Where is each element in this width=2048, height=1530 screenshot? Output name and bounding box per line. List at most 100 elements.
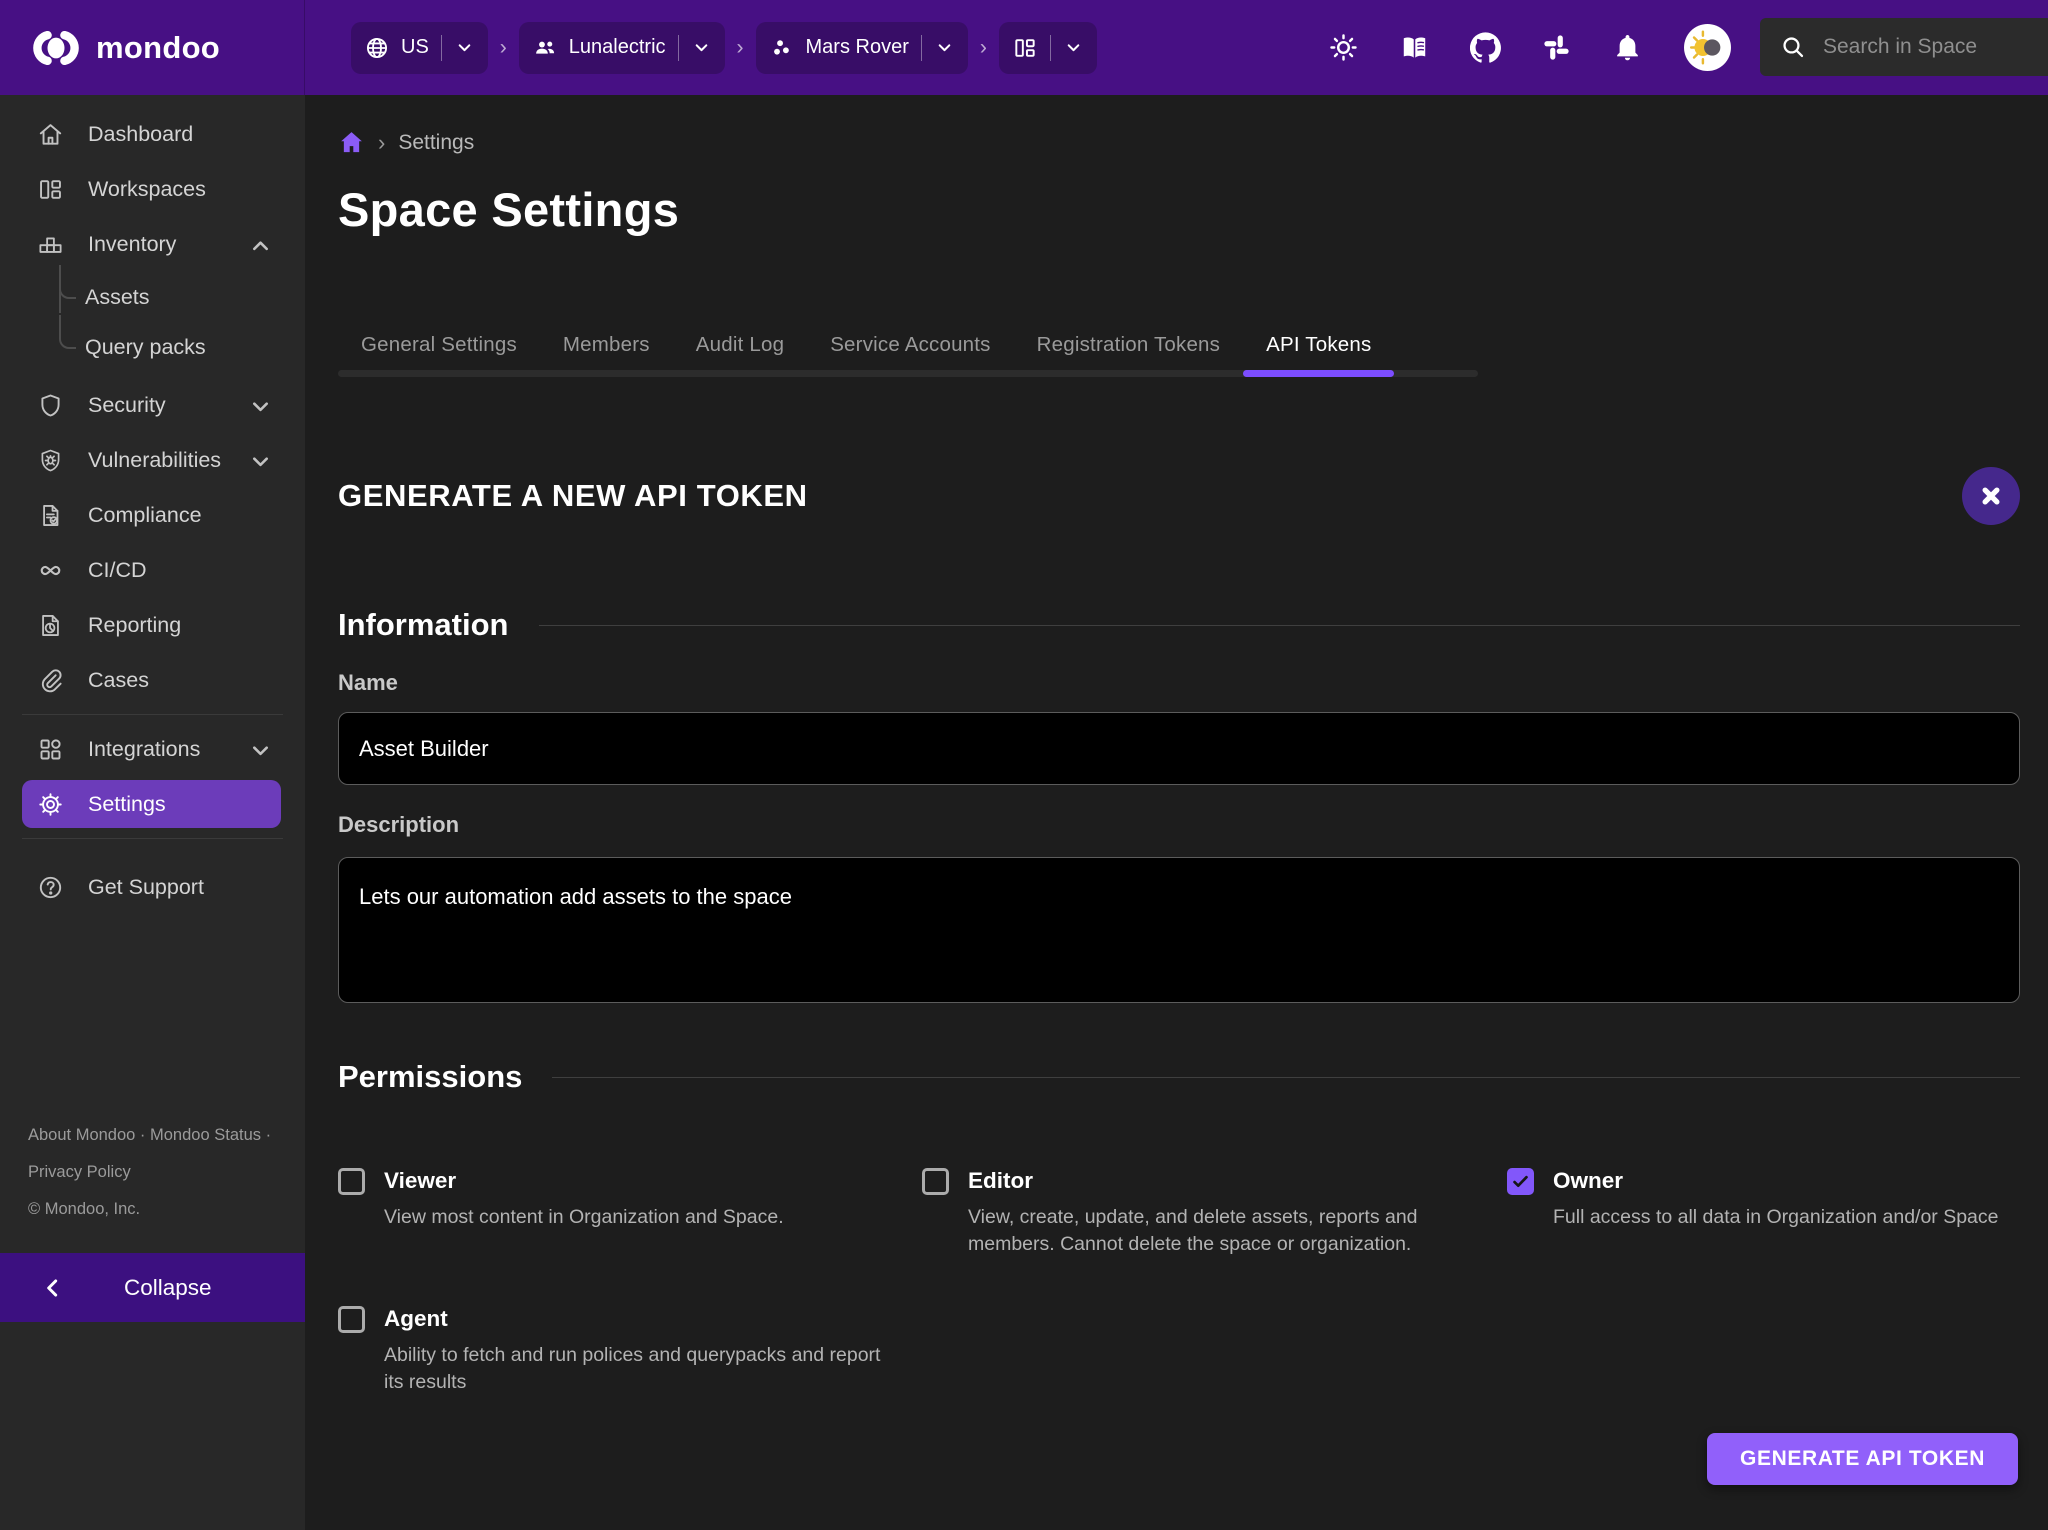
chip-divider	[920, 34, 922, 61]
chip-divider	[440, 34, 442, 61]
notifications-button[interactable]	[1612, 32, 1643, 63]
space-selector-label: Mars Rover	[805, 36, 909, 58]
breadcrumb-current: Settings	[398, 130, 475, 154]
docs-button[interactable]	[1399, 32, 1430, 63]
sidebar-item-query-packs[interactable]: Query packs	[22, 315, 281, 369]
slack-button[interactable]	[1541, 32, 1572, 63]
top-bar: mondoo US › Lunalectric › Mars Rover ›	[0, 0, 2048, 95]
permissions-section-header: Permissions	[338, 1059, 2020, 1095]
chevron-down-icon	[691, 37, 712, 58]
sidebar-item-compliance[interactable]: Compliance	[22, 491, 281, 539]
org-selector-label: Lunalectric	[568, 36, 666, 58]
sidebar-item-label: Dashboard	[88, 121, 194, 146]
help-icon	[37, 874, 64, 901]
sidebar: Dashboard Workspaces Inventory Assets Query …	[0, 95, 305, 1530]
space-selector[interactable]: Mars Rover	[755, 21, 968, 74]
mondoo-logo[interactable]: mondoo	[0, 0, 305, 95]
tab-api-tokens[interactable]: API Tokens	[1243, 333, 1395, 377]
sidebar-subitem-label: Assets	[85, 284, 150, 309]
workspace-selector[interactable]	[998, 21, 1097, 74]
permission-label: Owner	[1553, 1168, 1624, 1193]
user-avatar[interactable]	[1683, 23, 1732, 72]
shield-icon	[37, 392, 64, 419]
chevron-down-icon	[1063, 37, 1084, 58]
collapse-sidebar-button[interactable]: Collapse	[0, 1253, 305, 1322]
search-box	[1760, 18, 2048, 76]
sidebar-divider	[22, 838, 283, 839]
region-selector[interactable]: US	[351, 21, 488, 74]
sidebar-item-vulnerabilities[interactable]: Vulnerabilities	[22, 436, 281, 484]
viewer-checkbox[interactable]	[338, 1168, 365, 1195]
inventory-icon	[37, 231, 64, 258]
sidebar-item-integrations[interactable]: Integrations	[22, 725, 281, 773]
sidebar-item-label: Cases	[88, 667, 149, 692]
sidebar-divider	[22, 714, 283, 715]
chevron-up-icon	[247, 232, 271, 256]
sidebar-item-label: Security	[88, 392, 166, 417]
footer-links-line: About Mondoo · Mondoo Status ·	[28, 1126, 272, 1144]
chevron-down-icon	[247, 448, 271, 472]
globe-icon	[364, 35, 390, 61]
sidebar-item-workspaces[interactable]: Workspaces	[22, 165, 281, 213]
tab-service-accounts[interactable]: Service Accounts	[807, 333, 1013, 377]
permissions-grid: Viewer View most content in Organization …	[338, 1167, 2020, 1396]
tab-general-settings[interactable]: General Settings	[338, 333, 540, 377]
tab-members[interactable]: Members	[540, 333, 673, 377]
sidebar-subtree: Assets Query packs	[22, 265, 281, 369]
owner-checkbox[interactable]	[1507, 1168, 1534, 1195]
theme-toggle-button[interactable]	[1328, 32, 1359, 63]
home-icon[interactable]	[338, 129, 365, 156]
main-content: › Settings Space Settings General Settin…	[305, 95, 2048, 1530]
description-field[interactable]	[338, 857, 2020, 1003]
permissions-section-title: Permissions	[338, 1059, 523, 1094]
sidebar-item-inventory[interactable]: Inventory	[22, 220, 281, 268]
region-selector-label: US	[401, 36, 429, 58]
sidebar-item-label: Get Support	[88, 874, 204, 899]
sidebar-item-label: Settings	[88, 791, 166, 816]
sidebar-item-get-support[interactable]: Get Support	[22, 863, 281, 911]
paperclip-icon	[37, 667, 64, 694]
collapse-label: Collapse	[124, 1274, 212, 1300]
tab-registration-tokens[interactable]: Registration Tokens	[1014, 333, 1243, 377]
search-icon	[1780, 34, 1806, 60]
generate-api-token-button[interactable]: GENERATE API TOKEN	[1707, 1433, 2018, 1485]
sidebar-item-reporting[interactable]: Reporting	[22, 601, 281, 649]
chip-separator: ›	[979, 35, 987, 59]
sidebar-item-cicd[interactable]: CI/CD	[22, 546, 281, 594]
search-input[interactable]	[1821, 34, 2035, 60]
privacy-policy-line: Privacy Policy	[28, 1154, 288, 1191]
infinity-icon	[37, 557, 64, 584]
github-button[interactable]	[1470, 32, 1501, 63]
sidebar-item-security[interactable]: Security	[22, 381, 281, 429]
mondoo-status-link[interactable]: Mondoo Status	[150, 1126, 261, 1144]
sidebar-item-dashboard[interactable]: Dashboard	[22, 110, 281, 158]
close-panel-button[interactable]	[1962, 467, 2020, 525]
sidebar-item-settings[interactable]: Settings	[22, 780, 281, 828]
permission-label: Editor	[968, 1168, 1033, 1193]
chevron-left-icon	[40, 1275, 66, 1301]
editor-checkbox[interactable]	[922, 1168, 949, 1195]
workspace-grid-icon	[1012, 35, 1038, 61]
sidebar-item-assets[interactable]: Assets	[22, 265, 281, 319]
workspaces-icon	[37, 176, 64, 203]
people-icon	[532, 35, 558, 61]
chevron-down-icon	[454, 37, 475, 58]
agent-checkbox[interactable]	[338, 1305, 365, 1333]
permission-description: Ability to fetch and run polices and que…	[384, 1343, 881, 1393]
org-selector[interactable]: Lunalectric	[518, 21, 725, 74]
permission-description: Full access to all data in Organization …	[1553, 1206, 1999, 1228]
name-field[interactable]	[338, 712, 2020, 785]
context-breadcrumb-chips: US › Lunalectric › Mars Rover ›	[351, 21, 1097, 74]
chip-divider	[1049, 34, 1051, 61]
permission-option-owner: Owner Full access to all data in Organiza…	[1507, 1167, 2020, 1259]
sidebar-nav: Dashboard Workspaces Inventory Assets Query …	[0, 95, 305, 911]
section-divider	[538, 624, 2020, 626]
permission-text: Agent Ability to fetch and run polices an…	[384, 1305, 884, 1397]
report-icon	[37, 612, 64, 639]
space-dots-icon	[769, 35, 795, 61]
about-mondoo-link[interactable]: About Mondoo	[28, 1126, 135, 1144]
privacy-policy-link[interactable]: Privacy Policy	[28, 1163, 131, 1181]
tab-audit-log[interactable]: Audit Log	[673, 333, 807, 377]
sidebar-item-cases[interactable]: Cases	[22, 656, 281, 704]
settings-tabs: General Settings Members Audit Log Service …	[338, 333, 1478, 377]
